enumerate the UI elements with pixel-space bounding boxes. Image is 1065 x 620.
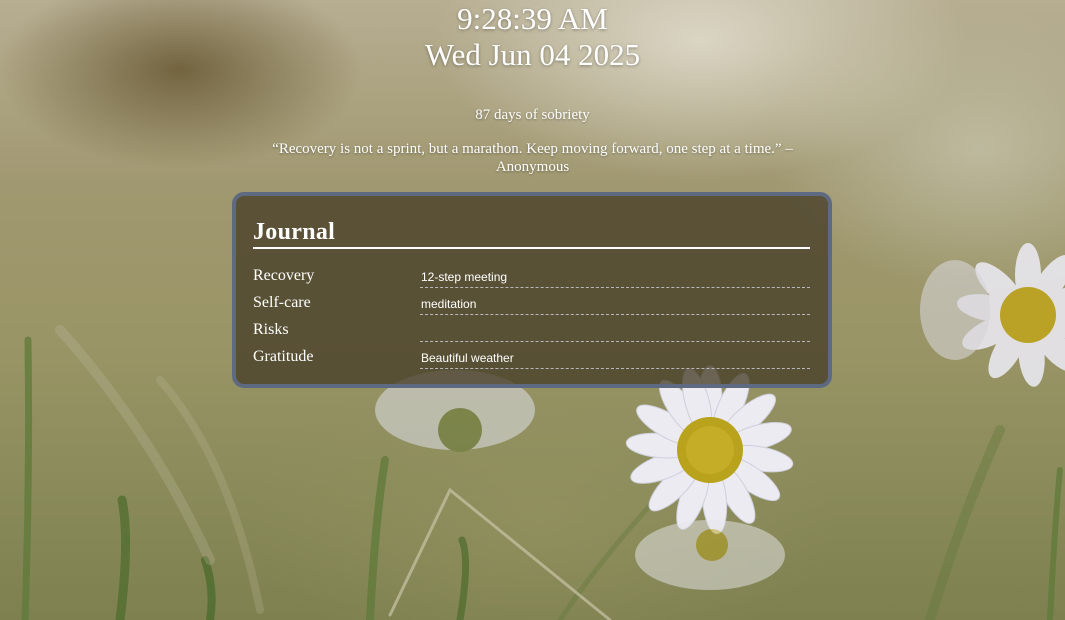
risks-input[interactable] <box>420 321 810 342</box>
journal-label-gratitude: Gratitude <box>253 348 314 365</box>
journal-label-risks: Risks <box>253 321 289 338</box>
gratitude-input[interactable] <box>420 348 810 369</box>
clock-time: 9:28:39 AM <box>457 1 608 36</box>
journal-row-recovery: Recovery <box>253 261 810 288</box>
journal-row-gratitude: Gratitude <box>253 342 810 369</box>
journal-row-self-care: Self-care <box>253 288 810 315</box>
sobriety-counter: 87 days of sobriety <box>475 107 590 123</box>
journal-rows: Recovery Self-care Risks Gratitude <box>253 261 810 369</box>
journal-label-recovery: Recovery <box>253 267 315 284</box>
clock-date: Wed Jun 04 2025 <box>424 37 641 72</box>
recovery-input[interactable] <box>420 267 810 288</box>
journal-row-risks: Risks <box>253 315 810 342</box>
daily-quote: “Recovery is not a sprint, but a maratho… <box>272 141 793 175</box>
journal-title: Journal <box>253 196 810 249</box>
journal-label-self-care: Self-care <box>253 294 311 311</box>
journal-panel: Journal Recovery Self-care Risks Gratitu… <box>232 192 832 388</box>
self-care-input[interactable] <box>420 294 810 315</box>
